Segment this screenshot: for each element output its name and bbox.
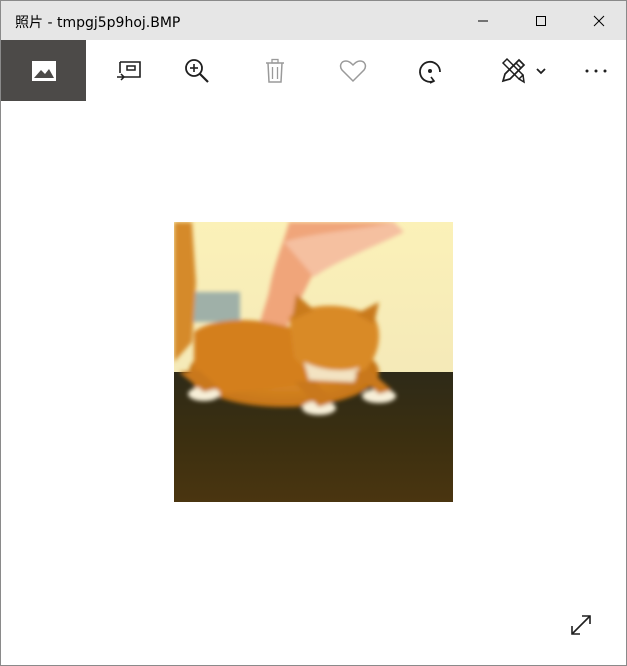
cat-photo-image (174, 222, 453, 502)
photos-window: 照片 - tmpgj5p9hoj.BMP (0, 0, 627, 666)
image-icon (31, 60, 56, 81)
close-icon (593, 15, 605, 26)
zoom-in-icon (185, 58, 209, 83)
minimize-icon (478, 20, 488, 21)
slideshow-icon (117, 60, 141, 81)
edit-dropdown-button[interactable] (531, 40, 551, 101)
title-bar[interactable]: 照片 - tmpgj5p9hoj.BMP (1, 1, 626, 40)
cat-photo[interactable] (174, 222, 453, 502)
rotate-icon (419, 60, 441, 84)
view-image-button[interactable] (1, 40, 86, 101)
favorite-icon (339, 59, 367, 82)
chevron-down-icon (536, 67, 546, 74)
favorite-button[interactable] (325, 40, 381, 101)
zoom-button[interactable] (169, 40, 225, 101)
edit-draw-icon (501, 57, 526, 83)
full-screen-button[interactable] (563, 607, 599, 643)
maximize-button[interactable] (512, 1, 570, 40)
window-title: 照片 - tmpgj5p9hoj.BMP (15, 15, 181, 31)
maximize-icon (536, 15, 546, 26)
close-button[interactable] (570, 1, 626, 40)
more-options-icon (585, 69, 607, 72)
more-options-button[interactable] (573, 40, 619, 101)
minimize-button[interactable] (454, 1, 512, 40)
toolbar (1, 40, 626, 101)
expand-icon (571, 615, 591, 635)
slideshow-button[interactable] (101, 40, 157, 101)
delete-icon (266, 58, 284, 83)
edit-create-button[interactable] (491, 40, 535, 101)
image-viewer[interactable] (1, 101, 626, 665)
rotate-button[interactable] (402, 40, 458, 101)
delete-button[interactable] (247, 40, 303, 101)
